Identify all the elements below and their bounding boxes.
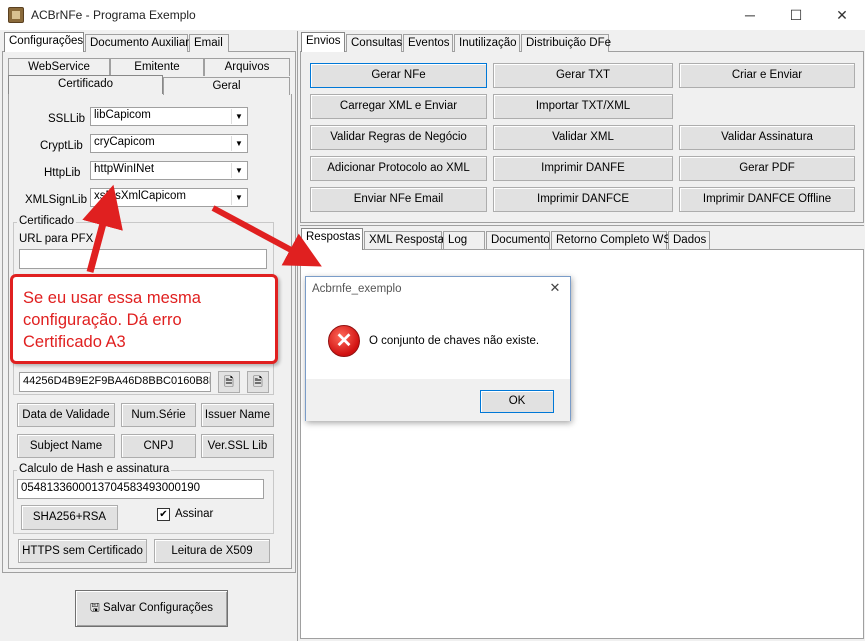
annotation-callout: Se eu usar essa mesma configuração. Dá e…: [10, 274, 278, 364]
arrow-to-dialog: [211, 205, 322, 267]
arrow-to-xmlsignlib: [82, 184, 123, 273]
